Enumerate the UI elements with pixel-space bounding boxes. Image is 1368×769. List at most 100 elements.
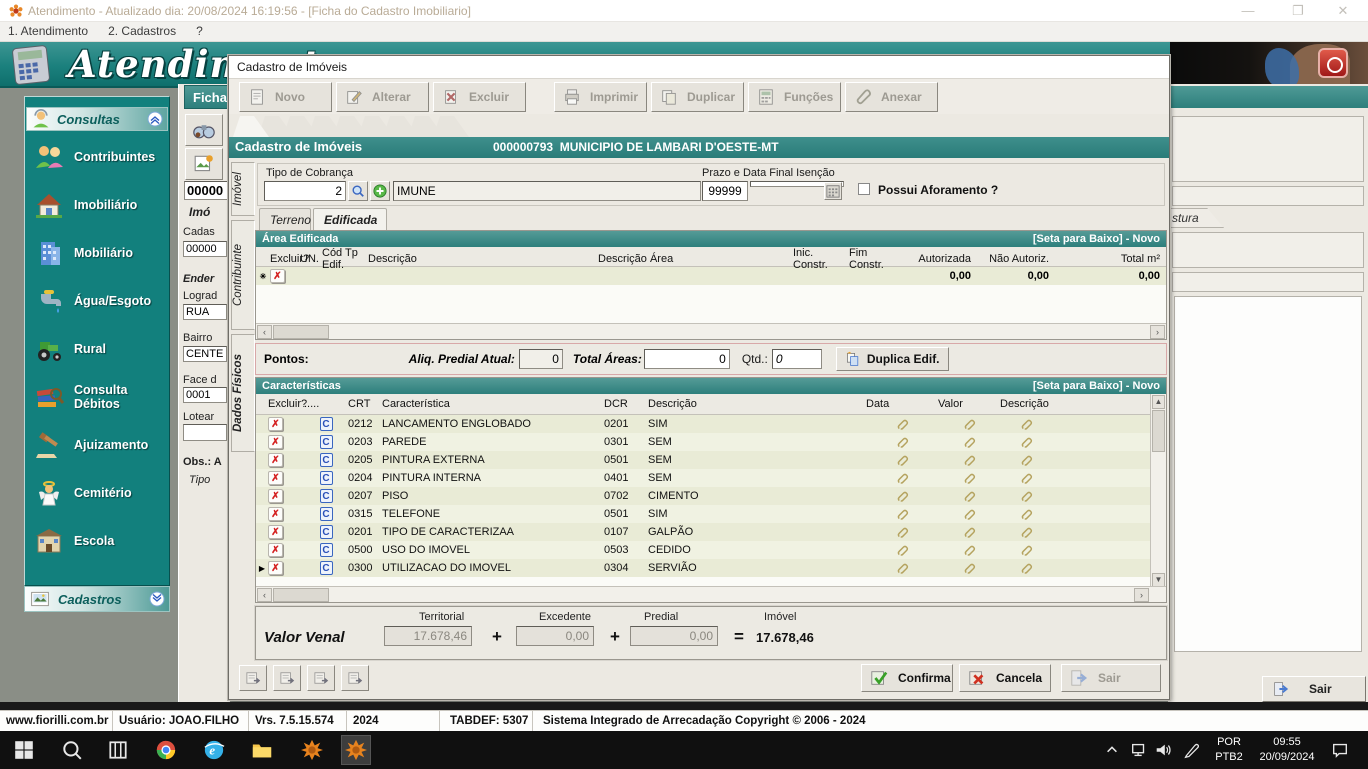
toolbar-button[interactable]: Novo — [239, 82, 332, 112]
aliq-field[interactable]: 0 — [519, 349, 563, 369]
task-view-icon[interactable] — [104, 736, 132, 764]
tab-imovel-bg[interactable]: Imó — [189, 205, 210, 219]
face-field[interactable]: 0001 — [183, 387, 227, 403]
caracteristica-type-icon[interactable]: C — [320, 453, 333, 467]
descricao-attachment-icon[interactable] — [1020, 454, 1033, 467]
bairro-field[interactable]: CENTE — [183, 346, 227, 362]
logradouro-field[interactable]: RUA — [183, 304, 227, 320]
search-button[interactable] — [348, 181, 368, 201]
scroll-down-icon[interactable]: ▼ — [1152, 573, 1165, 587]
toolbar-button[interactable]: Duplicar — [651, 82, 744, 112]
clock[interactable]: 09:5520/09/2024 — [1253, 735, 1321, 765]
data-attachment-icon[interactable] — [896, 526, 909, 539]
tab-postura-bg[interactable]: stura — [1168, 208, 1224, 228]
tray-chevron-up-icon[interactable] — [1102, 736, 1122, 764]
network-icon[interactable] — [1128, 736, 1150, 764]
sidebar-item[interactable]: Consulta Débitos — [26, 373, 168, 421]
table-row[interactable]: ✗ C 0500 USO DO IMOVEL 0503 CEDIDO — [256, 541, 1166, 559]
caracteristica-type-icon[interactable]: C — [320, 489, 333, 503]
language-indicator[interactable]: PORPTB2 — [1208, 735, 1250, 765]
volume-icon[interactable] — [1152, 736, 1174, 764]
delete-row-icon[interactable]: ✗ — [268, 453, 283, 467]
sidebar-item[interactable]: Cemitério — [26, 469, 168, 517]
valor-attachment-icon[interactable] — [963, 562, 976, 575]
delete-row-icon[interactable]: ✗ — [270, 269, 285, 283]
delete-row-icon[interactable]: ✗ — [268, 471, 283, 485]
menu-item[interactable]: 1. Atendimento — [0, 22, 100, 38]
data-attachment-icon[interactable] — [896, 418, 909, 431]
sidebar-item[interactable]: Imobiliário — [26, 181, 168, 229]
descricao-attachment-icon[interactable] — [1020, 436, 1033, 449]
delete-row-icon[interactable]: ✗ — [268, 561, 283, 575]
valor-attachment-icon[interactable] — [963, 454, 976, 467]
pen-icon[interactable] — [1180, 736, 1202, 764]
start-button-icon[interactable] — [10, 736, 38, 764]
descricao-attachment-icon[interactable] — [1020, 562, 1033, 575]
descricao-attachment-icon[interactable] — [1020, 472, 1033, 485]
descricao-attachment-icon[interactable] — [1020, 544, 1033, 557]
toolbar-button[interactable]: Anexar — [845, 82, 938, 112]
data-attachment-icon[interactable] — [896, 508, 909, 521]
side-tab-imovel[interactable]: Imóvel — [231, 162, 255, 216]
side-tab-dados-fisicos[interactable]: Dados Físicos — [231, 334, 255, 452]
caracteristica-type-icon[interactable]: C — [320, 525, 333, 539]
scroll-thumb[interactable] — [273, 588, 329, 602]
add-button[interactable] — [370, 181, 390, 201]
notification-center-icon[interactable] — [1328, 736, 1352, 764]
chevron-down-icon[interactable] — [149, 591, 165, 607]
data-attachment-icon[interactable] — [896, 490, 909, 503]
scroll-thumb[interactable] — [273, 325, 329, 339]
record-number-field[interactable]: 00000 — [184, 181, 228, 200]
sidebar-item[interactable]: Ajuizamento — [26, 421, 168, 469]
descricao-attachment-icon[interactable] — [1020, 508, 1033, 521]
data-attachment-icon[interactable] — [896, 544, 909, 557]
descricao-attachment-icon[interactable] — [1020, 490, 1033, 503]
delete-row-icon[interactable]: ✗ — [268, 525, 283, 539]
descricao-attachment-icon[interactable] — [1020, 418, 1033, 431]
menu-item[interactable]: ? — [188, 22, 215, 38]
caracteristica-type-icon[interactable]: C — [320, 543, 333, 557]
confirma-button[interactable]: Confirma — [861, 664, 953, 692]
sair-button-bg[interactable]: Sair — [1262, 676, 1366, 702]
prazo-field[interactable]: 99999 — [702, 181, 748, 201]
caracteristica-type-icon[interactable]: C — [320, 507, 333, 521]
search-record-button[interactable] — [185, 114, 223, 146]
total-areas-field[interactable]: 0 — [644, 349, 730, 369]
table-row[interactable]: ✗ C 0204 PINTURA INTERNA 0401 SEM — [256, 469, 1166, 487]
valor-attachment-icon[interactable] — [963, 490, 976, 503]
sidebar-item[interactable]: Contribuintes — [26, 133, 168, 181]
sub-tab-edificada[interactable]: Edificada — [313, 208, 387, 230]
caracteristica-type-icon[interactable]: C — [320, 435, 333, 449]
internet-explorer-icon[interactable] — [200, 736, 228, 764]
tab-ficha[interactable]: Ficha — [184, 85, 231, 109]
horizontal-scrollbar[interactable]: ‹ › — [256, 586, 1166, 602]
toolbar-button[interactable]: Alterar — [336, 82, 429, 112]
cadastro-field[interactable]: 00000 — [183, 241, 227, 257]
delete-row-icon[interactable]: ✗ — [268, 417, 283, 431]
sidebar-group-consultas[interactable]: Consultas — [26, 107, 168, 131]
restore-button[interactable]: ❐ — [1283, 2, 1313, 20]
descricao-attachment-icon[interactable] — [1020, 526, 1033, 539]
valor-attachment-icon[interactable] — [963, 418, 976, 431]
close-button[interactable]: ✕ — [1328, 2, 1358, 20]
sidebar-group-cadastros[interactable]: Cadastros — [24, 586, 170, 612]
calendar-button[interactable] — [824, 182, 842, 200]
qtd-field[interactable]: 0 — [772, 349, 822, 369]
valor-attachment-icon[interactable] — [963, 544, 976, 557]
chevron-up-icon[interactable] — [147, 111, 163, 127]
delete-row-icon[interactable]: ✗ — [268, 507, 283, 521]
table-row[interactable]: ✗ C 0207 PISO 0702 CIMENTO — [256, 487, 1166, 505]
vertical-scrollbar[interactable]: ▲ ▼ — [1150, 394, 1166, 588]
record-nav-first-button[interactable] — [239, 665, 267, 691]
fiorilli-app-icon[interactable] — [298, 736, 326, 764]
valor-attachment-icon[interactable] — [963, 526, 976, 539]
dialog-tab[interactable] — [433, 116, 469, 137]
table-row[interactable]: ✗ C 0205 PINTURA EXTERNA 0501 SEM — [256, 451, 1166, 469]
menu-item[interactable]: 2. Cadastros — [100, 22, 188, 38]
caracteristica-type-icon[interactable]: C — [320, 561, 333, 575]
area-edificada-row[interactable]: ✳ ✗ 0,00 0,00 0,00 — [256, 267, 1166, 285]
cobranca-descricao-field[interactable]: IMUNE — [393, 181, 701, 201]
caracteristica-type-icon[interactable]: C — [320, 471, 333, 485]
table-row[interactable]: ✗ C 0201 TIPO DE CARACTERIZAA 0107 GALPÃ… — [256, 523, 1166, 541]
sidebar-item[interactable]: Mobiliário — [26, 229, 168, 277]
